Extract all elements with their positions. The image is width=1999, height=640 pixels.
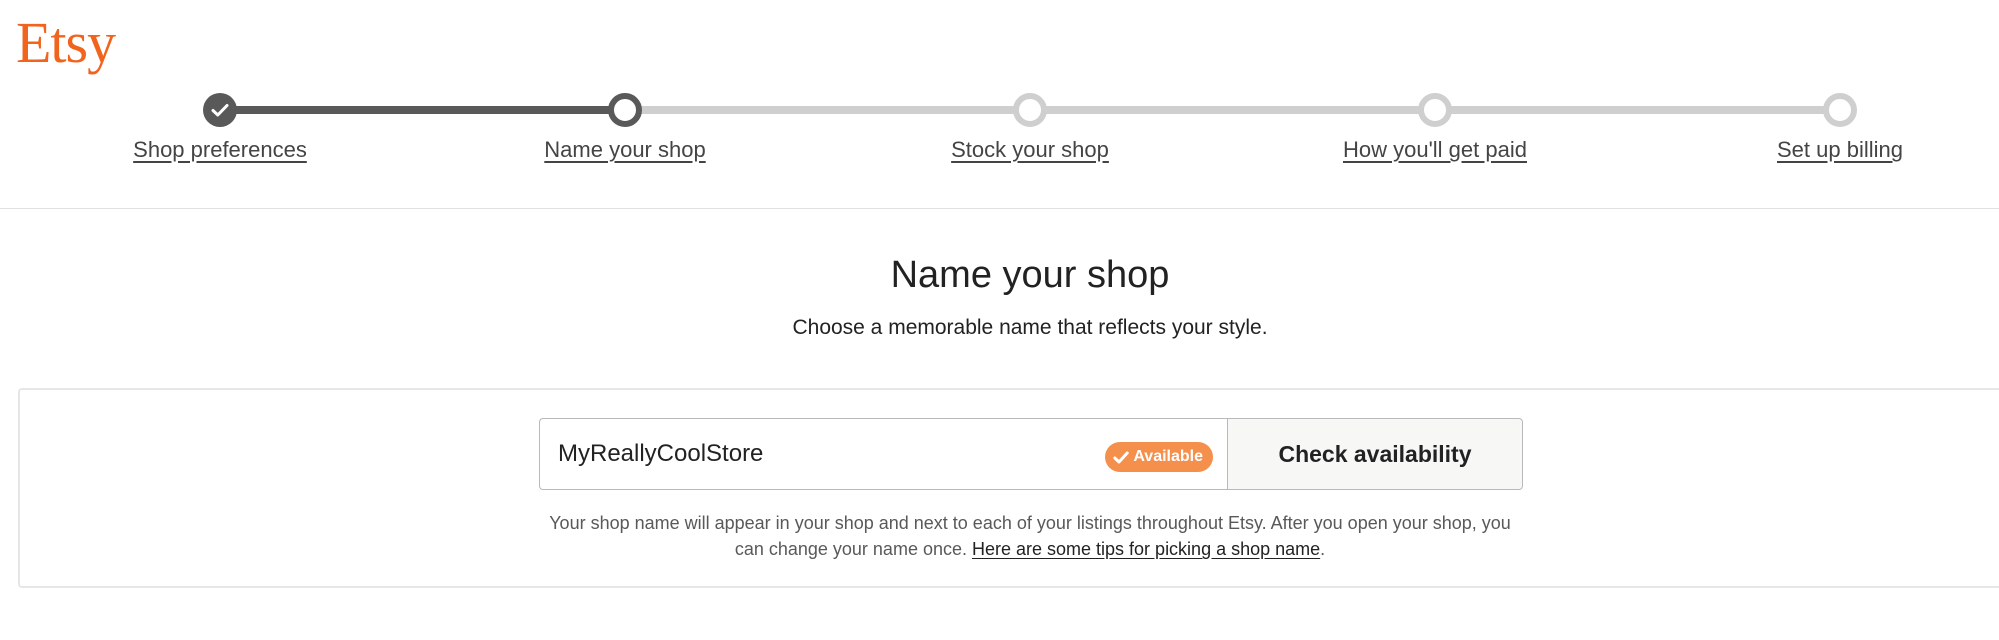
availability-badge-label: Available — [1133, 448, 1203, 465]
step-todo-marker — [1013, 93, 1047, 127]
step-set-up-billing[interactable]: Set up billing — [1690, 88, 1990, 163]
step-shop-preferences[interactable]: Shop preferences — [70, 88, 370, 163]
step-label[interactable]: Set up billing — [1777, 137, 1903, 163]
shop-name-help-text: Your shop name will appear in your shop … — [540, 510, 1520, 562]
shop-name-tips-link[interactable]: Here are some tips for picking a shop na… — [972, 539, 1320, 559]
check-icon — [1113, 451, 1130, 463]
onboarding-stepper: Shop preferences Name your shop Stock yo… — [0, 88, 1999, 168]
step-todo-marker — [1823, 93, 1857, 127]
page: Etsy Shop preferences Name your shop Sto… — [0, 0, 1999, 640]
step-todo-marker — [1418, 93, 1452, 127]
header-divider — [0, 208, 1999, 209]
check-availability-button[interactable]: Check availability — [1227, 418, 1523, 490]
step-name-your-shop[interactable]: Name your shop — [475, 88, 775, 163]
step-stock-your-shop[interactable]: Stock your shop — [880, 88, 1180, 163]
etsy-logo[interactable]: Etsy — [16, 6, 116, 80]
step-label[interactable]: Name your shop — [544, 137, 705, 163]
step-label[interactable]: How you'll get paid — [1343, 137, 1527, 163]
shop-name-field: Available — [539, 418, 1227, 490]
page-subtitle: Choose a memorable name that reflects yo… — [792, 316, 1268, 339]
help-text-after: . — [1320, 539, 1326, 559]
availability-badge: Available — [1105, 442, 1213, 472]
step-how-youll-get-paid[interactable]: How you'll get paid — [1285, 88, 1585, 163]
step-label[interactable]: Stock your shop — [951, 137, 1109, 163]
step-current-marker — [608, 93, 642, 127]
check-icon — [211, 104, 229, 117]
step-label[interactable]: Shop preferences — [133, 137, 307, 163]
shop-name-form: Available Check availability — [539, 418, 1523, 490]
step-done-marker — [203, 93, 237, 127]
page-title: Name your shop — [890, 254, 1170, 296]
